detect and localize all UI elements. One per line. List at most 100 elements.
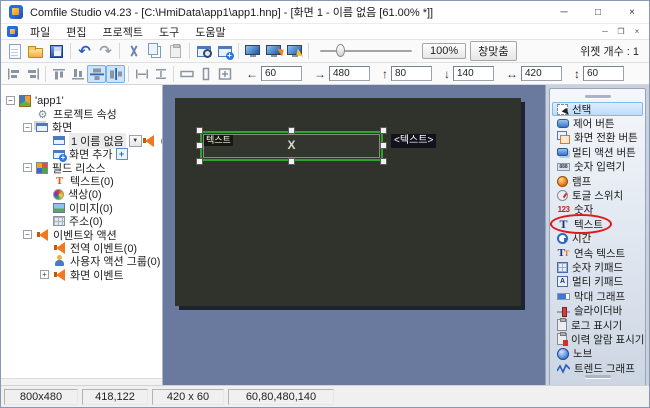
resize-handle-w[interactable]	[196, 142, 203, 149]
width-input[interactable]	[521, 66, 562, 81]
minimize-button[interactable]: ─	[547, 1, 581, 23]
menu-edit[interactable]: 편집	[58, 24, 94, 39]
center-horizontal-button[interactable]	[87, 65, 106, 83]
menu-tools[interactable]: 도구	[151, 24, 187, 39]
down-arrow-icon: ↓	[444, 67, 450, 81]
widget-name-tag: <텍스트>	[391, 134, 436, 148]
log-viewer-icon	[557, 319, 567, 331]
palette-item-number[interactable]: 숫자	[552, 203, 643, 217]
palette-item-lamp[interactable]: 램프	[552, 174, 643, 188]
maximize-button[interactable]: □	[581, 1, 615, 23]
top-coordinate-input[interactable]	[391, 66, 432, 81]
palette-item-log-viewer[interactable]: 로그 표시기	[552, 318, 643, 332]
new-file-button[interactable]	[4, 42, 25, 61]
palette-grip[interactable]	[585, 95, 611, 98]
resize-handle-n[interactable]	[288, 127, 295, 134]
window-title: Comfile Studio v4.23 - [C:\HmiData\app1\…	[30, 4, 433, 20]
tree-item-label: 'app1'	[35, 95, 64, 107]
palette-item-numeric-keypad[interactable]: 숫자 키패드	[552, 260, 643, 274]
mdi-minimize-button[interactable]: ─	[597, 27, 613, 36]
palette-item-bar-graph[interactable]: 막대 그래프	[552, 289, 643, 303]
widget-count-label: 위젯 개수 : 1	[580, 43, 639, 59]
palette-item-knob[interactable]: 노브	[552, 347, 643, 361]
resize-handle-nw[interactable]	[196, 127, 203, 134]
menu-project[interactable]: 프로젝트	[95, 24, 151, 39]
tree-horizontal-scrollbar[interactable]	[1, 378, 162, 385]
tree-item-screen-events[interactable]: + 화면 이벤트	[1, 268, 162, 281]
device-upload-button[interactable]	[284, 42, 305, 61]
tree-expander[interactable]: −	[6, 96, 15, 105]
tree-item-project-properties[interactable]: ⚙ 프로젝트 속성	[1, 107, 162, 120]
palette-item-number-input[interactable]: 숫자 입력기	[552, 160, 643, 174]
palette-item-text[interactable]: 텍스트	[552, 217, 643, 231]
align-right-button[interactable]	[23, 65, 42, 83]
screen-dropdown-button[interactable]: ▼	[129, 135, 142, 147]
add-screen-button[interactable]: +	[116, 148, 128, 160]
tree-expander[interactable]: −	[23, 230, 32, 239]
same-height-button[interactable]	[151, 65, 170, 83]
resize-handle-sw[interactable]	[196, 158, 203, 165]
hmi-screen[interactable]: 텍스트 X <텍스트>	[175, 98, 521, 306]
same-width-button[interactable]	[132, 65, 151, 83]
close-button[interactable]: ×	[615, 1, 649, 23]
redo-button[interactable]: ↷	[95, 42, 116, 61]
left-coordinate-input[interactable]	[261, 66, 302, 81]
palette-item-multi-keypad[interactable]: 멀티 키패드	[552, 275, 643, 289]
copy-button[interactable]	[144, 42, 165, 61]
fit-window-button[interactable]: 창맞춤	[470, 41, 516, 61]
same-size-button[interactable]	[215, 65, 234, 83]
tree-expander[interactable]: −	[23, 163, 32, 172]
palette-item-multi-action-button[interactable]: 멀티 액션 버튼	[552, 145, 643, 159]
zoom-slider-thumb[interactable]	[336, 44, 345, 57]
palette-item-scrolling-text[interactable]: 연속 텍스트	[552, 246, 643, 260]
cut-button[interactable]	[123, 42, 144, 61]
resize-handle-e[interactable]	[380, 142, 387, 149]
palette-item-time[interactable]: 시간	[552, 232, 643, 246]
align-left-button[interactable]	[4, 65, 23, 83]
mdi-restore-button[interactable]: ❐	[613, 27, 629, 36]
zoom-slider[interactable]	[320, 43, 412, 59]
menu-file[interactable]: 파일	[22, 24, 58, 39]
upload-from-device-icon	[287, 45, 302, 55]
gear-icon: ⚙	[36, 108, 49, 120]
align-top-button[interactable]	[49, 65, 68, 83]
palette-item-label: 토글 스위치	[572, 188, 623, 203]
text-widget[interactable]: 텍스트 X	[200, 131, 383, 161]
device-monitor-button[interactable]	[242, 42, 263, 61]
center-vertical-button[interactable]	[106, 65, 125, 83]
palette-item-select[interactable]: 선택	[552, 102, 643, 116]
align-bottom-button[interactable]	[68, 65, 87, 83]
device-download-button[interactable]	[263, 42, 284, 61]
palette-item-slider-bar[interactable]: 슬라이더바	[552, 303, 643, 317]
tree-expander[interactable]: +	[40, 270, 49, 279]
palette-item-label: 슬라이더바	[574, 303, 622, 318]
right-coordinate-input[interactable]	[329, 66, 370, 81]
palette-item-toggle-switch[interactable]: 토글 스위치	[552, 188, 643, 202]
open-file-button[interactable]	[25, 42, 46, 61]
palette-item-control-button[interactable]: 제어 버튼	[552, 116, 643, 130]
widget-size-cell: 420 x 60	[152, 389, 224, 405]
undo-button[interactable]: ↶	[74, 42, 95, 61]
coord-right: →	[308, 66, 370, 81]
tree-expander[interactable]: −	[23, 123, 32, 132]
bottom-coordinate-input[interactable]	[453, 66, 494, 81]
palette-bottom-grip[interactable]	[585, 375, 611, 378]
resize-height-button[interactable]	[196, 65, 215, 83]
resize-handle-s[interactable]	[288, 158, 295, 165]
zoom-level-button[interactable]: 100%	[422, 43, 466, 59]
height-input[interactable]	[583, 66, 624, 81]
design-canvas[interactable]: 텍스트 X <텍스트>	[163, 85, 545, 385]
screen-preview-button[interactable]	[193, 42, 214, 61]
resize-handle-se[interactable]	[380, 158, 387, 165]
resize-handle-ne[interactable]	[380, 127, 387, 134]
paste-button[interactable]	[165, 42, 186, 61]
palette-item-screen-switch-button[interactable]: 화면 전환 버튼	[552, 131, 643, 145]
menu-help[interactable]: 도움말	[187, 24, 233, 39]
palette-item-trend-graph[interactable]: 트렌드 그래프	[552, 361, 643, 375]
resize-width-button[interactable]	[177, 65, 196, 83]
palette-item-alarm-history[interactable]: 이력 알람 표시기	[552, 332, 643, 346]
mdi-close-button[interactable]: ×	[629, 27, 645, 36]
screen-add-button[interactable]	[214, 42, 235, 61]
separator	[128, 66, 129, 82]
save-button[interactable]	[46, 42, 67, 61]
